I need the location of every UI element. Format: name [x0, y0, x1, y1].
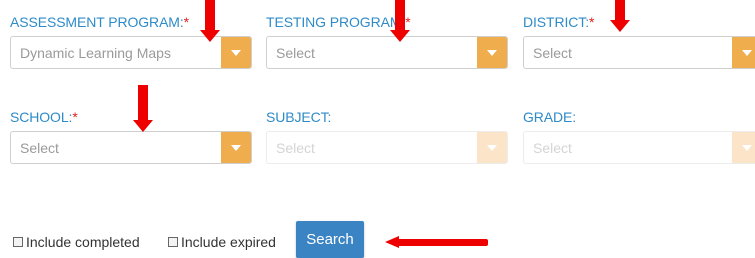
assessment-program-value: Dynamic Learning Maps [20, 45, 171, 61]
testing-program-label: TESTING PROGRAM:* [266, 14, 411, 30]
subject-label: SUBJECT: [266, 109, 332, 125]
chevron-down-icon [487, 49, 497, 56]
assessment-program-label: ASSESSMENT PROGRAM:* [10, 14, 190, 30]
school-value: Select [20, 140, 59, 156]
include-completed-label: Include completed [26, 234, 140, 250]
annotation-arrow-down-icon [200, 0, 222, 42]
required-mark: * [589, 14, 595, 30]
grade-field: GRADE: Select [523, 109, 755, 169]
testing-program-field: TESTING PROGRAM:* Select [266, 14, 511, 74]
dropdown-button[interactable] [221, 37, 251, 68]
chevron-down-icon [742, 49, 752, 56]
search-button[interactable]: Search [296, 221, 364, 258]
testing-program-select[interactable]: Select [266, 36, 508, 69]
district-value: Select [533, 45, 572, 61]
dropdown-button[interactable] [732, 132, 755, 163]
include-expired-checkbox[interactable] [168, 237, 178, 247]
annotation-arrow-down-icon [390, 0, 412, 42]
district-select[interactable]: Select [523, 36, 755, 69]
include-completed-checkbox[interactable] [13, 237, 23, 247]
dropdown-button[interactable] [477, 132, 507, 163]
chevron-down-icon [231, 144, 241, 151]
subject-value: Select [276, 140, 315, 156]
district-field: DISTRICT:* Select [523, 14, 755, 74]
include-completed-option[interactable]: Include completed [13, 234, 140, 250]
dropdown-button[interactable] [221, 132, 251, 163]
subject-field: SUBJECT: Select [266, 109, 511, 169]
school-select[interactable]: Select [10, 131, 252, 164]
annotation-arrow-left-icon [385, 236, 488, 248]
testing-program-value: Select [276, 45, 315, 61]
chevron-down-icon [487, 144, 497, 151]
grade-value: Select [533, 140, 572, 156]
chevron-down-icon [742, 144, 752, 151]
required-mark: * [72, 109, 78, 125]
dropdown-button[interactable] [477, 37, 507, 68]
dropdown-button[interactable] [732, 37, 755, 68]
include-expired-option[interactable]: Include expired [168, 234, 276, 250]
chevron-down-icon [231, 49, 241, 56]
annotation-arrow-down-icon [133, 85, 155, 132]
district-label: DISTRICT:* [523, 14, 595, 30]
school-label: SCHOOL:* [10, 109, 78, 125]
include-expired-label: Include expired [181, 234, 276, 250]
subject-select[interactable]: Select [266, 131, 508, 164]
grade-select[interactable]: Select [523, 131, 755, 164]
required-mark: * [183, 14, 190, 30]
grade-label: GRADE: [523, 109, 577, 125]
annotation-arrow-down-icon [610, 0, 632, 32]
